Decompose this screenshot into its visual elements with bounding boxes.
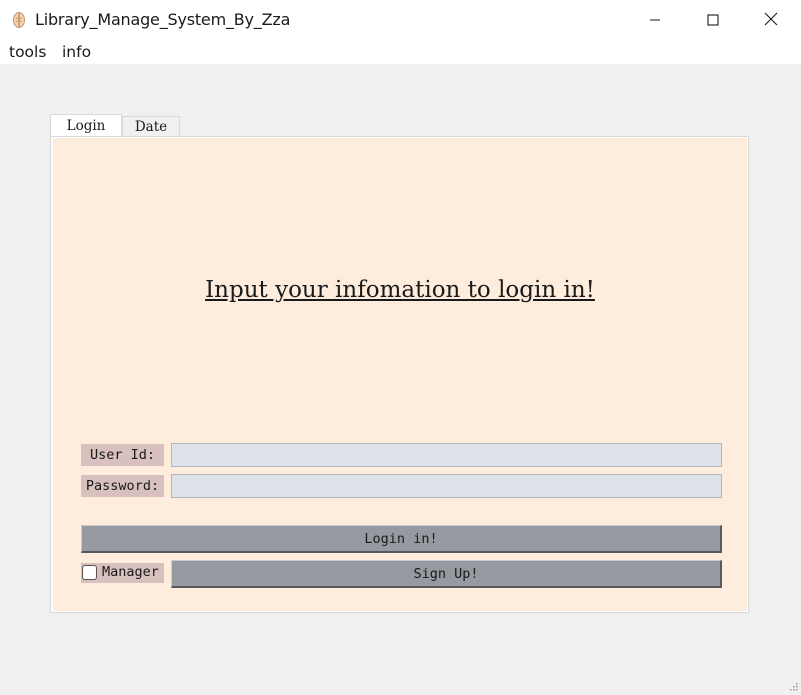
password-input[interactable] <box>171 474 722 498</box>
title-bar[interactable]: Library_Manage_System_By_Zza <box>0 0 801 40</box>
signup-button[interactable]: Sign Up! <box>171 560 722 588</box>
tab-login[interactable]: Login <box>50 114 122 137</box>
manager-checkbox-wrap[interactable]: Manager <box>81 563 164 583</box>
menu-tools[interactable]: tools <box>9 43 46 61</box>
close-button[interactable] <box>742 0 800 40</box>
maximize-icon <box>707 11 719 30</box>
maximize-button[interactable] <box>684 0 742 40</box>
login-heading: Input your infomation to login in! <box>205 277 595 303</box>
close-icon <box>764 11 778 30</box>
user-id-input[interactable] <box>171 443 722 467</box>
user-id-label: User Id: <box>81 444 164 466</box>
minimize-button[interactable] <box>626 0 684 40</box>
manager-checkbox[interactable] <box>82 565 97 580</box>
minimize-icon <box>649 11 661 30</box>
tab-date[interactable]: Date <box>122 116 180 137</box>
manager-label: Manager <box>102 564 159 580</box>
resize-grip-icon[interactable] <box>788 676 798 691</box>
menu-bar: tools info <box>0 40 801 64</box>
login-button[interactable]: Login in! <box>81 525 722 553</box>
window-title: Library_Manage_System_By_Zza <box>35 10 291 29</box>
menu-info[interactable]: info <box>62 43 91 61</box>
password-label: Password: <box>81 475 164 497</box>
app-feather-icon <box>12 11 26 29</box>
